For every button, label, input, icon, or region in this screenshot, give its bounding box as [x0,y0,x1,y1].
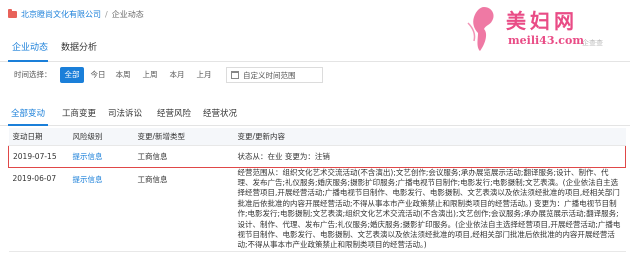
row-date: 2019-06-07 [8,167,69,252]
row-date: 2019-07-15 [8,144,69,168]
row-risk-link[interactable]: 提示信息 [68,167,134,252]
tab-company-news[interactable]: 企业动态 [12,40,48,53]
tab-operating-risk[interactable]: 经营风险 [157,107,191,119]
changes-table: 变动日期 风险级别 变更/新增类型 变更/更新内容 2019-07-15 提示信… [8,128,626,252]
header-change-content: 变更/更新内容 [233,128,626,146]
row-type: 工商信息 [133,144,234,168]
filter-this-month-button[interactable]: 本月 [165,67,189,83]
tab-operating-status[interactable]: 经营状况 [203,107,237,119]
header-change-date: 变动日期 [8,128,69,146]
time-filter-label: 时间选择： [14,70,52,79]
breadcrumb: 北京瞪尚文化有限公司 / 企业动态 [8,7,144,21]
custom-date-range-button[interactable]: 自定义时间范围 [226,67,323,83]
calendar-icon [231,71,239,79]
filter-last-week-button[interactable]: 上周 [138,67,162,83]
breadcrumb-company-link[interactable]: 北京瞪尚文化有限公司 [21,9,101,20]
active-tab-indicator [8,60,48,62]
filter-today-button[interactable]: 今日 [87,67,109,83]
tab-judicial-litigation[interactable]: 司法诉讼 [108,107,142,119]
watermark-title: 美妇网 [506,9,578,33]
row-content: 经营范围从：组织文化艺术交流活动(不含演出);文艺创作;会议服务;承办展览展示活… [233,167,626,252]
table-row: 2019-06-07 提示信息 工商信息 经营范围从：组织文化艺术交流活动(不含… [8,167,626,252]
table-row: 2019-07-15 提示信息 工商信息 状态从：在业 变更为：注销 [8,144,626,168]
custom-range-label: 自定义时间范围 [243,70,296,80]
header-change-type: 变更/新增类型 [133,128,234,146]
tab-data-analysis[interactable]: 数据分析 [61,40,97,53]
row-type: 工商信息 [133,167,234,252]
tab-all-changes[interactable]: 全部变动 [11,107,45,119]
header-risk-level: 风险级别 [68,128,134,146]
top-tab-bar: 企业动态 数据分析 [0,34,630,62]
change-type-tab-bar: 全部变动 工商变更 司法诉讼 经营风险 经营状况 [0,102,630,126]
filter-this-week-button[interactable]: 本周 [111,67,135,83]
active-sub-tab-indicator [8,124,48,126]
table-header-row: 变动日期 风险级别 变更/新增类型 变更/更新内容 [8,128,626,146]
filter-last-month-button[interactable]: 上月 [192,67,216,83]
breadcrumb-current: 企业动态 [111,9,144,19]
breadcrumb-separator: / [105,9,108,19]
row-content: 状态从：在业 变更为：注销 [233,144,626,168]
folder-icon [8,8,17,18]
filter-all-button[interactable]: 全部 [60,67,84,83]
time-filter-row: 时间选择： 全部 今日 本周 上周 本月 上月 自定义时间范围 [0,66,630,84]
row-risk-link[interactable]: 提示信息 [68,144,134,168]
tab-business-changes[interactable]: 工商变更 [62,107,96,119]
